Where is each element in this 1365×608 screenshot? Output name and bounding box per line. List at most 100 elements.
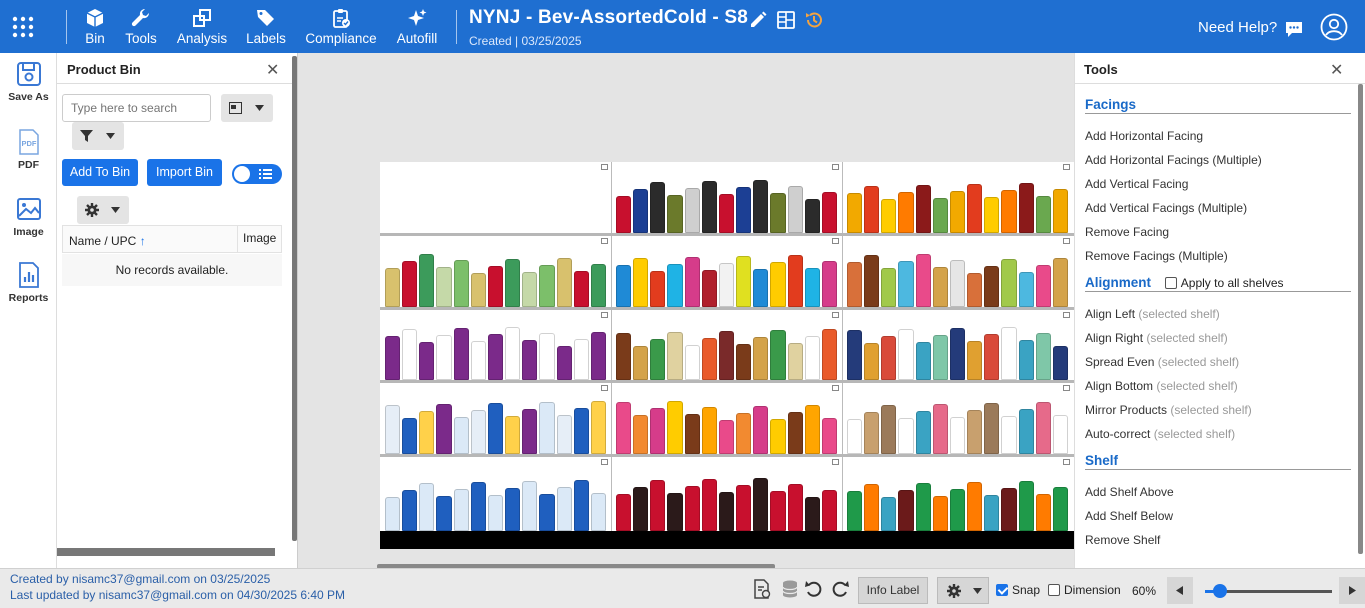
product-facing[interactable] [804, 497, 820, 531]
product-facing[interactable] [949, 417, 966, 454]
product-facing[interactable] [821, 261, 837, 307]
mirror-products[interactable]: Mirror Products (selected shelf) [1085, 403, 1252, 417]
auto-correct[interactable]: Auto-correct (selected shelf) [1085, 427, 1235, 441]
product-facing[interactable] [718, 263, 735, 307]
product-facing[interactable] [753, 337, 769, 380]
product-facing[interactable] [650, 408, 666, 454]
add-vertical-facing[interactable]: Add Vertical Facing [1085, 177, 1188, 191]
product-facing[interactable] [701, 270, 717, 307]
remove-shelf[interactable]: Remove Shelf [1085, 533, 1160, 547]
product-facing[interactable] [864, 343, 880, 380]
product-facing[interactable] [804, 336, 820, 380]
col-name-upc[interactable]: Name / UPC ↑ [69, 234, 146, 248]
product-facing[interactable] [753, 269, 769, 307]
product-facing[interactable] [898, 261, 914, 307]
remove-facing[interactable]: Remove Facing [1085, 225, 1169, 239]
product-facing[interactable] [650, 480, 666, 531]
dimension-checkbox[interactable]: Dimension [1048, 583, 1121, 597]
product-facing[interactable] [1018, 340, 1034, 380]
product-facing[interactable] [770, 491, 786, 531]
product-facing[interactable] [718, 194, 735, 233]
bin-search-input[interactable] [62, 94, 211, 122]
import-bin-button[interactable]: Import Bin [147, 159, 222, 186]
product-facing[interactable] [701, 479, 717, 531]
zoom-in-button[interactable] [1339, 577, 1365, 604]
product-facing[interactable] [453, 328, 469, 380]
product-facing[interactable] [505, 259, 521, 307]
product-facing[interactable] [1035, 265, 1051, 307]
product-facing[interactable] [505, 416, 521, 454]
product-facing[interactable] [770, 193, 786, 233]
product-facing[interactable] [470, 482, 486, 531]
product-facing[interactable] [915, 342, 931, 380]
product-facing[interactable] [522, 481, 538, 531]
product-facing[interactable] [616, 333, 632, 380]
product-facing[interactable] [436, 335, 452, 380]
product-facing[interactable] [821, 418, 837, 454]
user-avatar-icon[interactable] [1320, 13, 1348, 41]
product-facing[interactable] [984, 403, 1000, 454]
product-facing[interactable] [505, 327, 521, 380]
product-facing[interactable] [736, 187, 752, 233]
product-facing[interactable] [949, 260, 966, 307]
product-facing[interactable] [949, 489, 966, 531]
product-facing[interactable] [487, 266, 504, 307]
product-facing[interactable] [684, 486, 700, 531]
planogram-fixture[interactable] [380, 162, 1074, 549]
product-facing[interactable] [847, 262, 863, 307]
product-facing[interactable] [453, 489, 469, 531]
tools-scrollbar[interactable] [1358, 84, 1363, 554]
remove-facings-multiple[interactable]: Remove Facings (Multiple) [1085, 249, 1228, 263]
close-bin-icon[interactable]: ✕ [266, 60, 279, 80]
product-facing[interactable] [967, 410, 983, 454]
product-facing[interactable] [385, 405, 401, 454]
product-facing[interactable] [385, 268, 401, 307]
product-facing[interactable] [1001, 416, 1017, 454]
product-facing[interactable] [650, 339, 666, 380]
product-facing[interactable] [881, 268, 897, 307]
menu-analysis[interactable]: Analysis [175, 8, 229, 50]
product-facing[interactable] [419, 254, 435, 307]
menu-bin[interactable]: Bin [78, 8, 112, 50]
product-facing[interactable] [556, 415, 572, 454]
product-facing[interactable] [804, 199, 820, 233]
bin-settings-dropdown[interactable] [77, 196, 129, 224]
product-facing[interactable] [864, 255, 880, 307]
product-facing[interactable] [616, 265, 632, 307]
product-facing[interactable] [847, 193, 863, 233]
product-facing[interactable] [932, 404, 948, 454]
product-facing[interactable] [736, 413, 752, 454]
planogram-details-icon[interactable] [776, 10, 796, 30]
menu-compliance[interactable]: Compliance [303, 8, 379, 50]
product-facing[interactable] [984, 495, 1000, 531]
product-facing[interactable] [787, 484, 803, 531]
product-facing[interactable] [821, 192, 837, 233]
product-facing[interactable] [667, 332, 683, 380]
product-facing[interactable] [949, 328, 966, 380]
product-facing[interactable] [590, 493, 606, 531]
zoom-out-button[interactable] [1167, 577, 1193, 604]
product-facing[interactable] [470, 410, 486, 454]
product-facing[interactable] [915, 411, 931, 454]
product-facing[interactable] [650, 182, 666, 233]
product-facing[interactable] [684, 188, 700, 233]
product-facing[interactable] [590, 401, 606, 454]
product-facing[interactable] [753, 478, 769, 531]
redo-icon[interactable] [830, 579, 850, 599]
product-facing[interactable] [419, 483, 435, 531]
apply-to-all-shelves-checkbox[interactable]: Apply to all shelves [1164, 276, 1284, 290]
product-facing[interactable] [1035, 402, 1051, 454]
product-facing[interactable] [1001, 190, 1017, 233]
product-facing[interactable] [539, 333, 555, 380]
product-facing[interactable] [1052, 189, 1068, 233]
product-facing[interactable] [556, 346, 572, 380]
product-facing[interactable] [915, 483, 931, 531]
product-facing[interactable] [402, 261, 418, 307]
product-facing[interactable] [770, 419, 786, 454]
bin-horizontal-scrollbar[interactable] [57, 548, 275, 556]
product-facing[interactable] [898, 490, 914, 531]
product-facing[interactable] [787, 343, 803, 380]
product-facing[interactable] [1052, 487, 1068, 531]
apps-grid-icon[interactable] [12, 16, 34, 38]
product-facing[interactable] [753, 180, 769, 233]
